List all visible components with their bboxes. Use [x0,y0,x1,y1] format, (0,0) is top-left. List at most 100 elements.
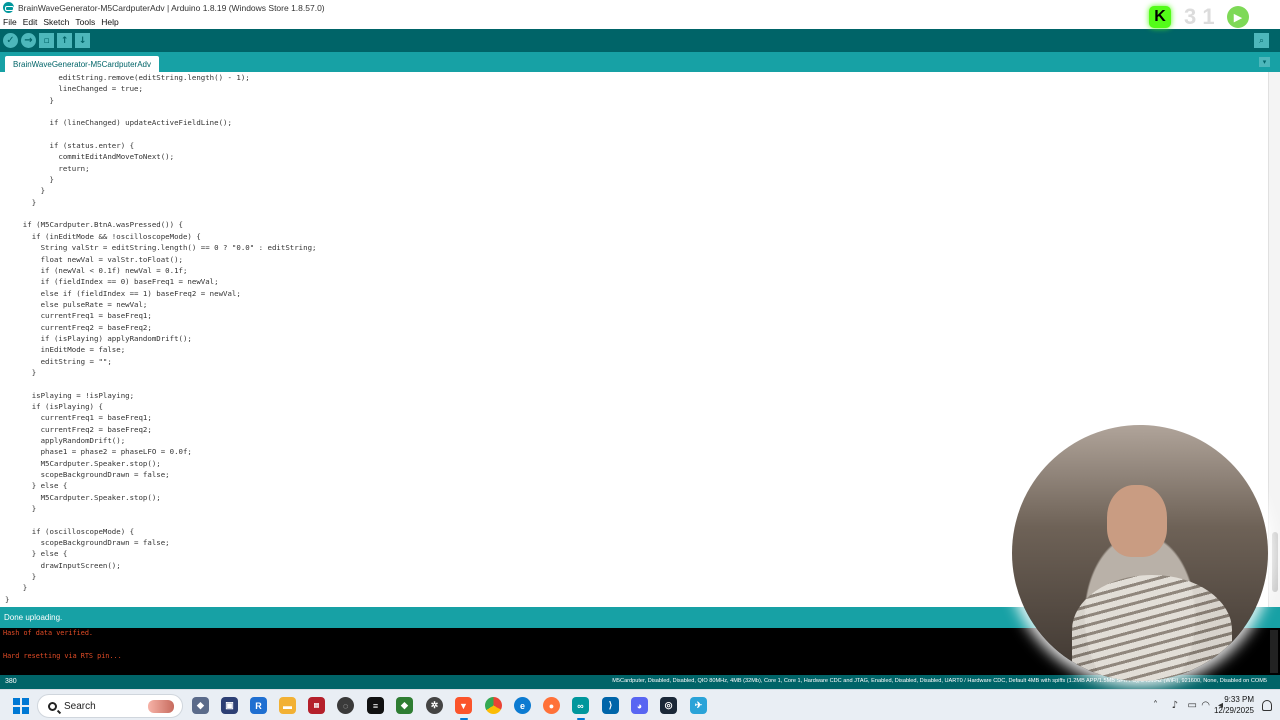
menu-help[interactable]: Help [101,17,118,27]
code-line: } [5,197,37,207]
code-line: lineChanged = true; [5,84,143,94]
app-icon[interactable]: ◆ [396,697,413,714]
clock-date: 12/29/2025 [1213,706,1254,715]
discord-icon[interactable]: ◕ [631,697,648,714]
code-line: else pulseRate = newVal; [5,299,148,309]
editor-scrollbar-thumb[interactable] [1272,532,1278,592]
app-icon[interactable]: R [250,697,267,714]
taskbar-search[interactable]: Search [37,694,183,718]
brave-browser-icon[interactable]: ▼ [455,697,472,714]
code-line: commitEditAndMoveToNext(); [5,152,175,162]
code-line: } [5,504,37,514]
console-scrollbar[interactable] [1270,630,1278,673]
code-line: if (lineChanged) updateActiveFieldLine()… [5,118,232,128]
code-line: } else { [5,549,68,559]
overlay-number: 3 1 [1184,4,1215,29]
play-logo-icon: ▶ [1227,6,1249,28]
code-line: if (inEditMode && !oscilloscopeMode) { [5,231,201,241]
network-icon[interactable]: ◠ [1201,700,1210,711]
code-line: } [5,95,54,105]
app-icon[interactable]: ▣ [221,697,238,714]
menu-tools[interactable]: Tools [75,17,95,27]
code-line: scopeBackgroundDrawn = false; [5,538,170,548]
code-line: String valStr = editString.length() == 0… [5,243,317,253]
menu-file[interactable]: File [3,17,17,27]
verify-button[interactable]: ✓ [3,33,18,48]
app-icon[interactable]: ≡ [367,697,384,714]
open-sketch-button[interactable]: ↑ [57,33,72,48]
menu-edit[interactable]: Edit [23,17,38,27]
code-line: float newVal = valStr.toFloat(); [5,254,183,264]
code-line: } else { [5,481,68,491]
notification-bell-icon[interactable] [1262,700,1272,711]
code-line: isPlaying = !isPlaying; [5,390,135,400]
firefox-icon[interactable]: ● [543,697,560,714]
new-sketch-button[interactable]: ▫ [39,33,54,48]
clock-time: 9:33 PM [1224,695,1254,704]
steam-icon[interactable]: ◎ [660,697,677,714]
search-highlight-icon [148,700,174,713]
tab-menu-button[interactable]: ▾ [1259,57,1270,67]
file-explorer-icon[interactable]: ▬ [279,697,296,714]
code-line: } [5,583,28,593]
code-line: M5Cardputer.Speaker.stop(); [5,492,161,502]
code-line: editString.remove(editString.length() - … [5,73,250,82]
code-line: editString = ""; [5,356,112,366]
menu-sketch[interactable]: Sketch [43,17,69,27]
upload-button[interactable]: → [21,33,36,48]
search-label: Search [64,700,96,712]
code-line: applyRandomDrift(); [5,436,126,445]
tab-bar: BrainWaveGenerator-M5CardputerAdv ▾ [0,52,1280,72]
window-title: BrainWaveGenerator-M5CardputerAdv | Ardu… [18,2,325,13]
app-icon[interactable]: ◌ [337,697,354,714]
tab-sketch[interactable]: BrainWaveGenerator-M5CardputerAdv [5,56,159,72]
webcam-overlay [1012,425,1268,681]
code-lines: editString.remove(editString.length() - … [5,72,316,605]
windows-start-icon[interactable] [13,698,29,714]
code-line: currentFreq1 = baseFreq1; [5,413,152,423]
code-line: M5Cardputer.Speaker.stop(); [5,458,161,468]
code-line: } [5,572,37,582]
chevron-up-icon[interactable]: ˄ [1153,700,1158,711]
code-line: phase1 = phase2 = phaseLFO = 0.0f; [5,447,192,457]
code-line: scopeBackgroundDrawn = false; [5,470,170,480]
code-line: } [5,186,46,196]
system-clock[interactable]: 9:33 PM 12/29/2025 [1214,694,1254,716]
code-line: if (status.enter) { [5,141,135,151]
code-line: currentFreq2 = baseFreq2; [5,424,152,434]
code-line: } [5,175,54,185]
line-number: 380 [5,678,17,685]
code-line: drawInputScreen(); [5,560,121,570]
chrome-icon[interactable] [485,697,502,714]
editor-scrollbar[interactable] [1268,72,1280,607]
microphone-icon[interactable]: ♪ [1172,700,1178,711]
menu-bar: File Edit Sketch Tools Help [0,15,1280,29]
app-icon[interactable]: ◆ [192,697,209,714]
settings-icon[interactable]: ✲ [426,697,443,714]
code-line: currentFreq1 = baseFreq1; [5,311,152,321]
code-line: else if (fieldIndex == 1) baseFreq2 = ne… [5,288,241,298]
title-bar: BrainWaveGenerator-M5CardputerAdv | Ardu… [0,0,1280,15]
display-icon[interactable]: ▭ [1188,700,1197,711]
vscode-icon[interactable]: ⟩ [602,697,619,714]
code-line: } [5,594,10,604]
serial-monitor-button[interactable]: ⌕ [1254,33,1269,48]
kick-logo-icon: K [1149,6,1171,28]
code-line: } [5,367,37,377]
code-line: currentFreq2 = baseFreq2; [5,322,152,332]
code-line: inEditMode = false; [5,345,126,355]
code-line: if (isPlaying) { [5,401,103,411]
search-icon [48,701,57,711]
status-message: Done uploading. [4,613,63,622]
save-sketch-button[interactable]: ↓ [75,33,90,48]
app-icon[interactable]: ✈ [690,697,707,714]
code-line: if (M5Cardputer.BtnA.wasPressed()) { [5,220,183,230]
code-line: return; [5,163,90,173]
code-line: if (fieldIndex == 0) baseFreq1 = newVal; [5,277,219,287]
edge-icon[interactable]: e [514,697,531,714]
app-icon[interactable]: ▤ [308,697,325,714]
arduino-icon[interactable]: ∞ [572,697,589,714]
